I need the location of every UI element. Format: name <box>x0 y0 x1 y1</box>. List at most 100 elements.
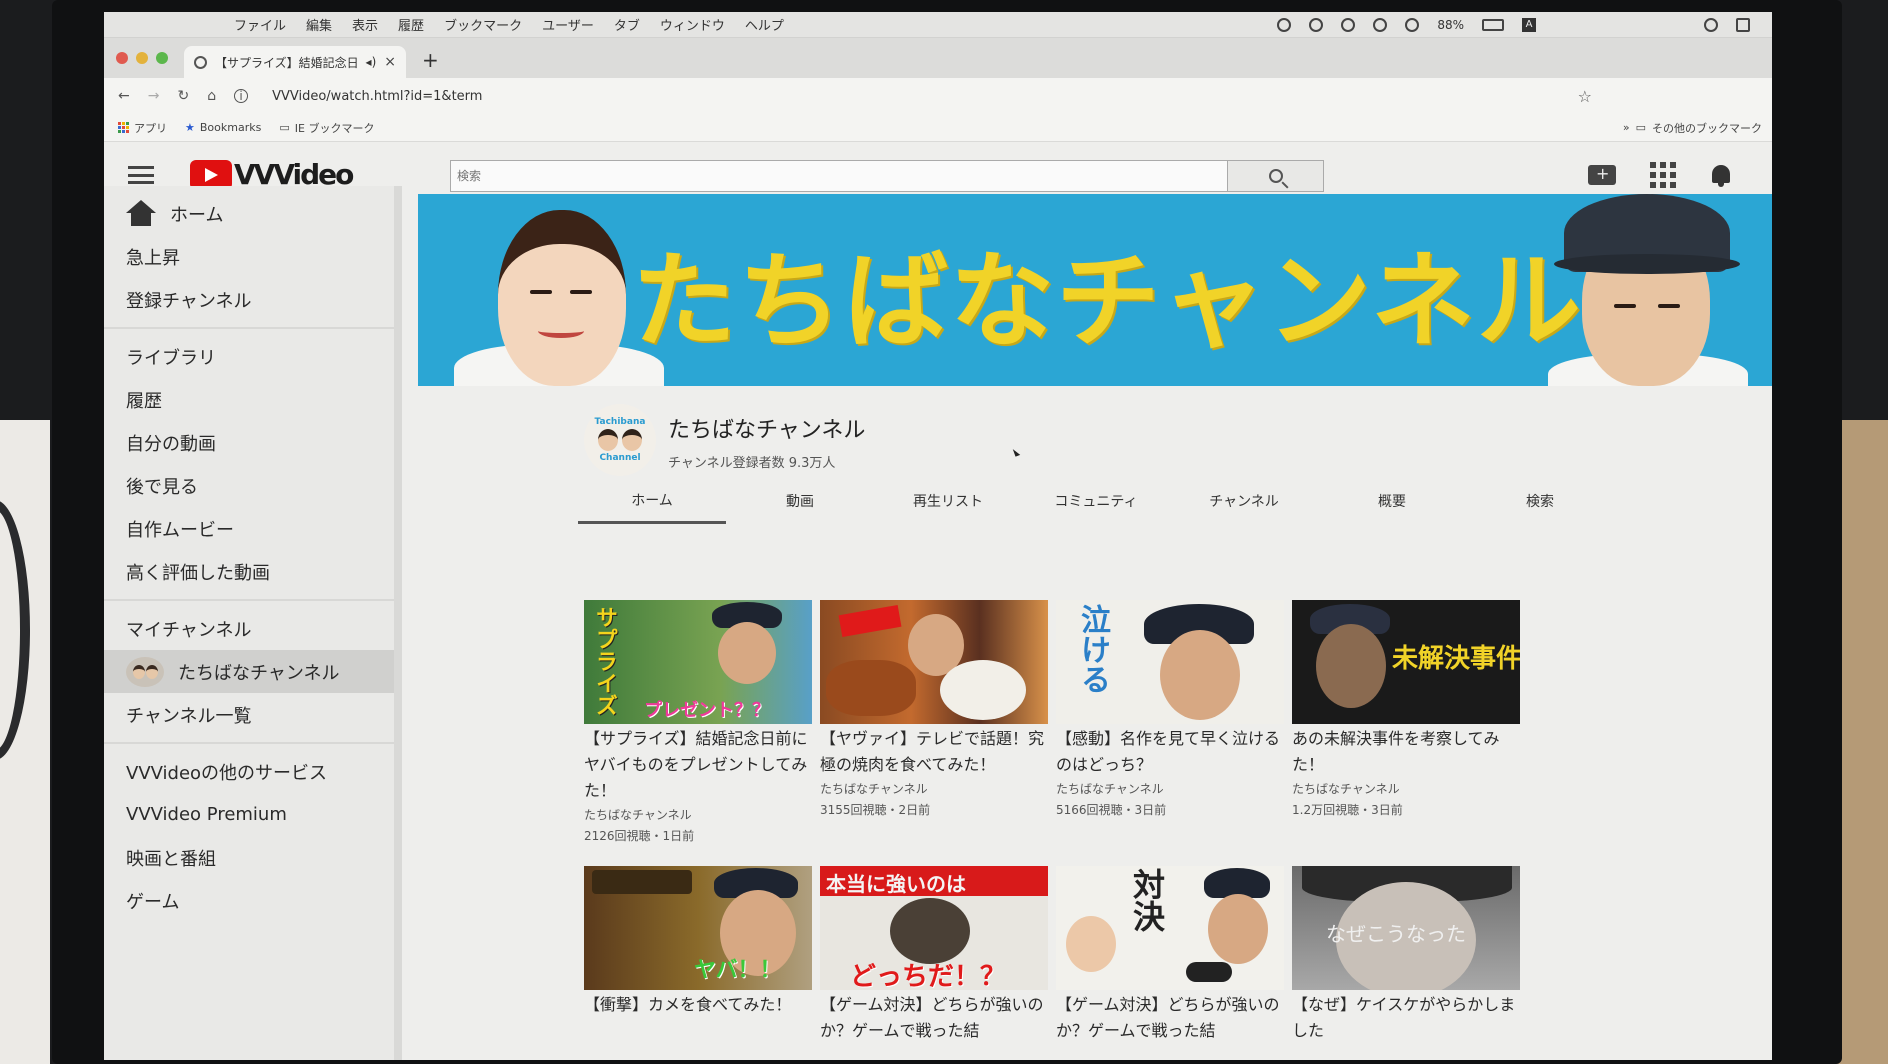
speaker-icon[interactable]: ◂) <box>366 55 377 69</box>
create-video-icon[interactable] <box>1588 164 1616 185</box>
sidebar-item-library[interactable]: ライブラリ <box>104 335 394 378</box>
battery-icon[interactable] <box>1482 18 1504 31</box>
video-thumbnail[interactable]: なぜこうなった <box>1292 866 1520 990</box>
minimize-window-button[interactable] <box>136 52 148 64</box>
hamburger-menu-icon[interactable] <box>128 166 154 184</box>
video-thumbnail[interactable]: 本当に強いのは どっちだ！？ <box>820 866 1048 990</box>
sidebar-item-other-services[interactable]: VVVideoの他のサービス <box>104 750 394 793</box>
tab-home[interactable]: ホーム <box>578 478 726 524</box>
close-tab-icon[interactable]: × <box>384 54 396 70</box>
channel-meta: たちばなチャンネル チャンネル登録者数 9.3万人 <box>668 404 865 476</box>
shield-icon[interactable] <box>1309 17 1324 32</box>
menu-file[interactable]: ファイル <box>234 15 286 34</box>
browser-tab[interactable]: 【サプライズ】結婚記念日 ◂) × <box>184 46 406 78</box>
tab-search[interactable]: 検索 <box>1466 478 1614 524</box>
menu-bookmarks[interactable]: ブックマーク <box>444 15 522 34</box>
tab-videos[interactable]: 動画 <box>726 478 874 524</box>
video-card[interactable]: 本当に強いのは どっちだ！？ 【ゲーム対決】どちらが強いのか？ゲームで戦った結 <box>820 866 1048 1060</box>
accessibility-icon[interactable] <box>1341 17 1356 32</box>
sidebar-item-movies-shows[interactable]: 映画と番組 <box>104 836 394 879</box>
menu-tab[interactable]: タブ <box>614 15 640 34</box>
sidebar-item-history[interactable]: 履歴 <box>104 378 394 421</box>
video-channel[interactable]: たちばなチャンネル <box>820 780 1048 797</box>
video-title[interactable]: 【サプライズ】結婚記念日前にヤバイものをプレゼントしてみた！ <box>584 726 812 804</box>
bookmark-other[interactable]: » ▭ その他のブックマーク <box>1623 120 1762 136</box>
bookmark-bookmarks[interactable]: ★ Bookmarks <box>185 121 261 134</box>
thumbnail-caption: 未解決事件 <box>1392 644 1520 674</box>
star-icon: ★ <box>185 121 195 134</box>
video-title[interactable]: 【衝撃】カメを食べてみた！ <box>584 992 812 1018</box>
folder-icon: ▭ <box>279 121 290 134</box>
video-title[interactable]: 【ゲーム対決】どちらが強いのか？ゲームで戦った結 <box>1056 992 1284 1044</box>
video-card[interactable]: 対決 【ゲーム対決】どちらが強いのか？ゲームで戦った結 <box>1056 866 1284 1060</box>
record-icon[interactable] <box>1277 17 1292 32</box>
channel-avatar[interactable]: Tachibana Channel <box>584 404 656 476</box>
tab-playlists[interactable]: 再生リスト <box>874 478 1022 524</box>
video-thumbnail[interactable]: 未解決事件 <box>1292 600 1520 724</box>
tab-channels[interactable]: チャンネル <box>1170 478 1318 524</box>
bookmark-apps[interactable]: アプリ <box>118 120 167 136</box>
video-thumbnail[interactable] <box>820 600 1048 724</box>
video-card[interactable]: 泣ける 【感動】名作を見て早く泣けるのはどっち？ たちばなチャンネル 5166回… <box>1056 600 1284 846</box>
menu-edit[interactable]: 編集 <box>306 15 332 34</box>
bookmark-star-icon[interactable]: ☆ <box>1578 87 1592 106</box>
notification-center-icon[interactable] <box>1736 17 1750 32</box>
video-grid: サプライズ プレゼント？？ 【サプライズ】結婚記念日前にヤバイものをプレゼントし… <box>584 600 1520 1060</box>
video-card[interactable]: ヤバ！！ 【衝撃】カメを食べてみた！ <box>584 866 812 1060</box>
menu-view[interactable]: 表示 <box>352 15 378 34</box>
reload-icon[interactable]: ↻ <box>177 88 189 104</box>
menu-user[interactable]: ユーザー <box>542 15 594 34</box>
sidebar-item-my-channel[interactable]: マイチャンネル <box>104 607 394 650</box>
sidebar-item-watch-later[interactable]: 後で見る <box>104 464 394 507</box>
video-thumbnail[interactable]: ヤバ！！ <box>584 866 812 990</box>
sidebar-item-tachibana-channel[interactable]: たちばなチャンネル <box>104 650 394 693</box>
spotlight-search-icon[interactable] <box>1704 17 1718 32</box>
zoom-window-button[interactable] <box>156 52 168 64</box>
sidebar-item-my-movies[interactable]: 自作ムービー <box>104 507 394 550</box>
sidebar-item-my-videos[interactable]: 自分の動画 <box>104 421 394 464</box>
sidebar-item-premium[interactable]: VVVideo Premium <box>104 793 394 836</box>
video-title[interactable]: 【感動】名作を見て早く泣けるのはどっち？ <box>1056 726 1284 778</box>
menu-help[interactable]: ヘルプ <box>745 15 784 34</box>
avatar-faces <box>598 429 642 451</box>
video-thumbnail[interactable]: 泣ける <box>1056 600 1284 724</box>
sidebar-item-channel-list[interactable]: チャンネル一覧 <box>104 693 394 736</box>
video-thumbnail[interactable]: 対決 <box>1056 866 1284 990</box>
back-icon[interactable]: ← <box>118 88 130 104</box>
video-card[interactable]: サプライズ プレゼント？？ 【サプライズ】結婚記念日前にヤバイものをプレゼントし… <box>584 600 812 846</box>
video-title[interactable]: 【なぜ】ケイスケがやらかしました <box>1292 992 1520 1044</box>
forward-icon[interactable]: → <box>148 88 160 104</box>
video-title[interactable]: 【ゲーム対決】どちらが強いのか？ゲームで戦った結 <box>820 992 1048 1044</box>
tab-community[interactable]: コミュニティ <box>1022 478 1170 524</box>
sidebar-item-home[interactable]: ホーム <box>104 192 394 235</box>
video-title[interactable]: 【ヤヴァイ】テレビで話題！究極の焼肉を食べてみた！ <box>820 726 1048 778</box>
wifi-icon[interactable] <box>1373 17 1388 32</box>
new-tab-button[interactable]: + <box>422 48 439 72</box>
sidebar-item-label: ゲーム <box>126 891 180 913</box>
airplay-icon[interactable] <box>1405 17 1420 32</box>
input-mode-icon[interactable]: A <box>1522 17 1536 32</box>
video-card[interactable]: 未解決事件 あの未解決事件を考察してみた！ たちばなチャンネル 1.2万回視聴・… <box>1292 600 1520 846</box>
menu-history[interactable]: 履歴 <box>398 15 424 34</box>
video-card[interactable]: 【ヤヴァイ】テレビで話題！究極の焼肉を食べてみた！ たちばなチャンネル 3155… <box>820 600 1048 846</box>
video-title[interactable]: あの未解決事件を考察してみた！ <box>1292 726 1520 778</box>
video-thumbnail[interactable]: サプライズ プレゼント？？ <box>584 600 812 724</box>
url-field[interactable]: VVVideo/watch.html?id=1&term <box>272 89 482 104</box>
close-window-button[interactable] <box>116 52 128 64</box>
home-button-icon[interactable]: ⌂ <box>207 88 216 104</box>
sidebar-item-gaming[interactable]: ゲーム <box>104 879 394 922</box>
sidebar-item-liked-videos[interactable]: 高く評価した動画 <box>104 550 394 593</box>
info-icon[interactable]: i <box>234 89 249 103</box>
notifications-bell-icon[interactable] <box>1710 163 1732 187</box>
menu-window[interactable]: ウィンドウ <box>660 15 725 34</box>
sidebar-item-subscriptions[interactable]: 登録チャンネル <box>104 278 394 321</box>
tab-about[interactable]: 概要 <box>1318 478 1466 524</box>
sidebar-item-trending[interactable]: 急上昇 <box>104 235 394 278</box>
thumbnail-sticker <box>838 604 902 638</box>
video-channel[interactable]: たちばなチャンネル <box>1292 780 1520 797</box>
apps-grid-icon[interactable] <box>1650 162 1676 188</box>
video-channel[interactable]: たちばなチャンネル <box>1056 780 1284 797</box>
video-card[interactable]: なぜこうなった 【なぜ】ケイスケがやらかしました <box>1292 866 1520 1060</box>
video-channel[interactable]: たちばなチャンネル <box>584 806 812 823</box>
bookmark-ie[interactable]: ▭ IE ブックマーク <box>279 120 374 136</box>
